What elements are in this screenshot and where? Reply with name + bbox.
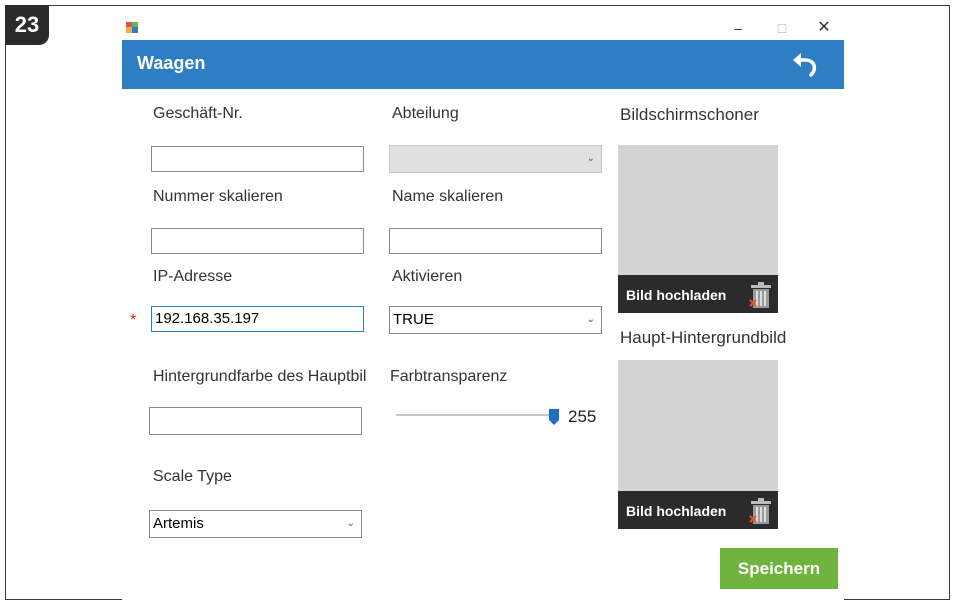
- screensaver-image-box[interactable]: Bild hochladen: [618, 145, 778, 313]
- header-bar: Waagen: [122, 40, 844, 89]
- save-button[interactable]: Speichern: [720, 548, 838, 589]
- scales-window: – □ ✕ Waagen Geschäft-Nr. Nummer skalier…: [122, 14, 844, 602]
- department-select[interactable]: ⌄: [389, 145, 602, 173]
- required-marker: *: [130, 312, 137, 329]
- trash-icon[interactable]: [748, 280, 774, 310]
- scale-number-label: Nummer skalieren: [153, 188, 283, 205]
- scale-number-input[interactable]: [151, 228, 364, 254]
- ip-address-input[interactable]: 192.168.35.197: [151, 306, 364, 332]
- page-title: Waagen: [137, 53, 206, 73]
- transparency-slider-thumb[interactable]: [549, 409, 559, 425]
- scale-type-label: Scale Type: [153, 468, 232, 485]
- transparency-label: Farbtransparenz: [390, 368, 508, 385]
- maximize-button[interactable]: □: [772, 18, 792, 38]
- main-background-upload-bar: Bild hochladen: [618, 491, 778, 529]
- transparency-slider-track[interactable]: [396, 414, 554, 416]
- step-number-badge: 23: [5, 5, 49, 45]
- scale-name-input[interactable]: [389, 228, 602, 254]
- store-number-input[interactable]: [151, 146, 364, 172]
- scale-type-select[interactable]: Artemis ⌄: [149, 510, 362, 538]
- trash-icon[interactable]: [748, 496, 774, 526]
- main-background-image-box[interactable]: Bild hochladen: [618, 360, 778, 529]
- undo-arrow-icon[interactable]: [790, 49, 820, 79]
- chevron-down-icon: ⌄: [586, 153, 595, 164]
- app-icon: [126, 22, 138, 33]
- chevron-down-icon: ⌄: [346, 518, 355, 529]
- background-color-label: Hintergrundfarbe des Hauptbil: [153, 368, 367, 385]
- chevron-down-icon: ⌄: [586, 314, 595, 325]
- activate-value: TRUE: [393, 311, 434, 328]
- screensaver-upload-button[interactable]: Bild hochladen: [626, 287, 726, 303]
- department-label: Abteilung: [392, 105, 459, 122]
- background-color-input[interactable]: [149, 407, 362, 435]
- close-button[interactable]: ✕: [814, 18, 834, 38]
- main-background-upload-button[interactable]: Bild hochladen: [626, 503, 726, 519]
- scale-type-value: Artemis: [153, 515, 204, 532]
- activate-label: Aktivieren: [392, 268, 463, 285]
- activate-select[interactable]: TRUE ⌄: [389, 306, 602, 334]
- screensaver-upload-bar: Bild hochladen: [618, 275, 778, 313]
- store-number-label: Geschäft-Nr.: [153, 105, 243, 122]
- main-background-label: Haupt-Hintergrundbild: [620, 328, 787, 347]
- screensaver-label: Bildschirmschoner: [620, 105, 759, 124]
- scale-name-label: Name skalieren: [392, 188, 504, 205]
- minimize-button[interactable]: –: [728, 18, 748, 38]
- transparency-value: 255: [568, 407, 597, 426]
- ip-address-label: IP-Adresse: [153, 268, 233, 285]
- title-bar: – □ ✕: [122, 14, 844, 40]
